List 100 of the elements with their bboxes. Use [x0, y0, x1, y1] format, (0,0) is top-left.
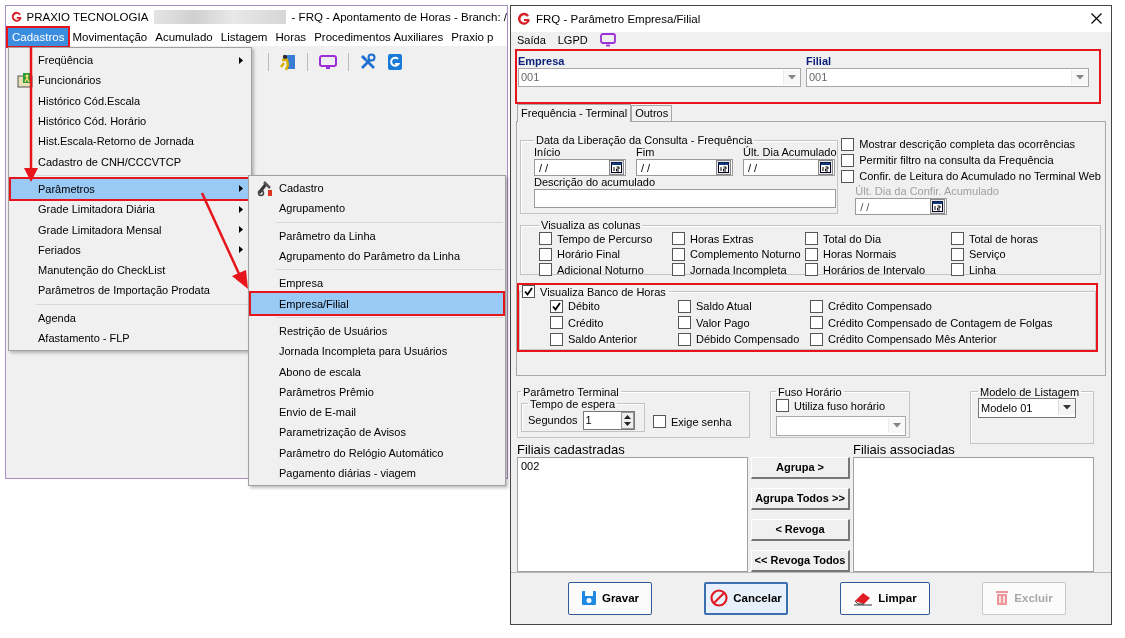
- monitor-icon[interactable]: [599, 33, 616, 48]
- clear-button[interactable]: Limpar: [840, 581, 930, 615]
- checkbox[interactable]: [810, 332, 823, 346]
- list-box[interactable]: 002: [517, 456, 748, 572]
- menu-item[interactable]: Parâmetros Prêmio: [251, 381, 503, 402]
- tab[interactable]: Outros: [631, 105, 673, 122]
- menu-bar-item[interactable]: Praxio p: [447, 28, 498, 46]
- menu-item[interactable]: Hist.Escala-Retorno de Jornada: [11, 131, 249, 152]
- menu-item[interactable]: Parâmetros de Importação Prodata: [11, 280, 249, 301]
- menu-item[interactable]: Manutenção do CheckList: [11, 259, 249, 281]
- menu-item[interactable]: Afastamento - FLP: [11, 327, 249, 349]
- menu-item[interactable]: Histórico Cód.Escala: [11, 90, 249, 111]
- checkbox[interactable]: [539, 263, 552, 277]
- checkbox[interactable]: [951, 232, 964, 246]
- checkbox[interactable]: [951, 263, 964, 277]
- menu-item[interactable]: Restrição de Usuários: [251, 320, 503, 342]
- exit-door-icon[interactable]: [279, 53, 297, 71]
- date-field[interactable]: / /: [636, 159, 733, 177]
- menu-item[interactable]: Empresa: [251, 273, 503, 294]
- menu-item[interactable]: Parametrização de Avisos: [251, 422, 503, 443]
- checkbox[interactable]: [550, 332, 563, 346]
- menu-item[interactable]: Agrupamento do Parâmetro da Linha: [251, 245, 503, 267]
- checkbox[interactable]: [678, 299, 691, 313]
- menu-item[interactable]: Cadastro: [251, 178, 503, 199]
- checkbox[interactable]: [810, 299, 823, 313]
- checkbox[interactable]: [550, 299, 563, 313]
- text-field[interactable]: [534, 189, 836, 209]
- calendar-button[interactable]: [716, 160, 731, 176]
- menu-item[interactable]: Envio de E-mail: [251, 401, 503, 423]
- transfer-button[interactable]: << Revoga Todos: [751, 549, 850, 572]
- checkbox[interactable]: [805, 247, 818, 261]
- menu-item[interactable]: Empresa/Filial: [251, 293, 503, 314]
- calendar-icon: [718, 162, 729, 174]
- menu-bar-item[interactable]: Acumulado: [151, 28, 217, 46]
- checkbox[interactable]: [841, 153, 855, 167]
- number-field[interactable]: 1: [582, 410, 635, 430]
- checkbox[interactable]: [672, 232, 685, 246]
- caret-icon: [893, 423, 901, 429]
- cancel-button[interactable]: Cancelar: [704, 581, 788, 615]
- menu-item[interactable]: Jornada Incompleta para Usuários: [251, 341, 503, 362]
- menu-item[interactable]: Agenda: [11, 307, 249, 328]
- date-field[interactable]: / /: [743, 159, 835, 177]
- checkbox[interactable]: [672, 263, 685, 277]
- date-field[interactable]: / /: [534, 159, 626, 177]
- menu-item[interactable]: Feriados: [11, 239, 249, 260]
- menu-item[interactable]: Cadastro de CNH/CCCVTCP: [11, 151, 249, 172]
- checkbox[interactable]: [678, 316, 691, 330]
- menu-item[interactable]: Pagamento diárias - viagem: [251, 462, 503, 484]
- tab[interactable]: Frequência - Terminal: [517, 104, 632, 123]
- menu-item[interactable]: Freqüência: [11, 50, 249, 71]
- menu-bar-item[interactable]: Listagem: [216, 28, 272, 46]
- checkbox[interactable]: [653, 415, 666, 429]
- caret-icon: [1076, 74, 1084, 80]
- menu-item[interactable]: Histórico Cód. Horário: [11, 110, 249, 132]
- menu-item[interactable]: Parâmetro do Relógio Automático: [251, 442, 503, 463]
- dropdown-field[interactable]: [776, 415, 906, 436]
- group-title: Visualiza as colunas: [540, 219, 642, 232]
- transfer-button[interactable]: Agrupa >: [751, 456, 850, 479]
- tools-icon[interactable]: [359, 53, 377, 71]
- menu-bar-item[interactable]: Procedimentos Auxiliares: [310, 28, 448, 46]
- checkbox[interactable]: [951, 247, 964, 261]
- checkbox[interactable]: [672, 247, 685, 261]
- checkbox-label: Permitir filtro na consulta da Frequência: [859, 154, 1054, 167]
- menu-item[interactable]: Agrupamento: [251, 198, 503, 219]
- list-box[interactable]: [853, 456, 1094, 572]
- calendar-button[interactable]: [818, 160, 833, 176]
- menu-bar-item[interactable]: Horas: [271, 28, 311, 46]
- menu-item[interactable]: Parâmetro da Linha: [251, 225, 503, 246]
- checkbox[interactable]: [539, 247, 552, 261]
- menu-item[interactable]: Parâmetros: [11, 178, 249, 200]
- menu-item[interactable]: Grade Limitadora Diária: [11, 199, 249, 220]
- checkbox[interactable]: [776, 399, 789, 413]
- checkbox[interactable]: [805, 232, 818, 246]
- calendar-icon: [932, 201, 944, 213]
- menu-item[interactable]: Grade Limitadora Mensal: [11, 219, 249, 240]
- checkbox[interactable]: [550, 316, 563, 330]
- close-icon: [1090, 13, 1102, 25]
- list-item[interactable]: 002: [521, 459, 744, 472]
- transfer-button[interactable]: < Revoga: [751, 518, 850, 541]
- checkbox[interactable]: [678, 332, 691, 346]
- document-icon[interactable]: [387, 53, 403, 71]
- checkbox[interactable]: [841, 137, 855, 151]
- checkbox[interactable]: [810, 316, 823, 330]
- calendar-button[interactable]: [609, 160, 624, 176]
- save-button[interactable]: Gravar: [568, 581, 652, 615]
- menu-bar-item[interactable]: Saída: [517, 34, 546, 47]
- checkbox[interactable]: [522, 285, 535, 299]
- dropdown-button[interactable]: [1058, 400, 1075, 416]
- checkbox[interactable]: [805, 263, 818, 277]
- menu-item[interactable]: Funcionários: [11, 70, 249, 91]
- menu-bar-item[interactable]: LGPD: [557, 34, 588, 47]
- checkbox[interactable]: [841, 169, 855, 183]
- menu-bar-item[interactable]: Movimentação: [68, 28, 152, 46]
- spinner-arrows-icon[interactable]: [620, 411, 634, 429]
- transfer-button[interactable]: Agrupa Todos >>: [751, 487, 850, 510]
- checkbox-label: Exige senha: [671, 415, 732, 428]
- monitor-icon[interactable]: [318, 54, 338, 70]
- dropdown-field[interactable]: Modelo 01: [978, 397, 1076, 418]
- menu-item[interactable]: Abono de escala: [251, 361, 503, 382]
- checkbox[interactable]: [539, 232, 552, 246]
